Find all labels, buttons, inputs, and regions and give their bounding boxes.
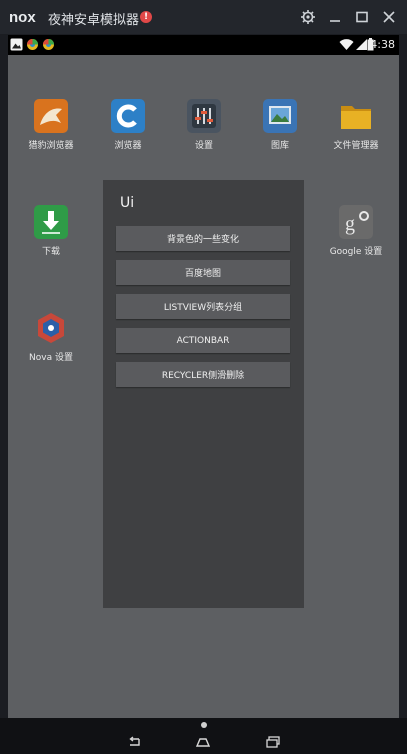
app-download[interactable]: 下载 bbox=[11, 205, 91, 257]
page-indicator-dot bbox=[201, 722, 207, 728]
svg-text:g: g bbox=[345, 213, 355, 235]
home-screen: 猎豹浏览器 浏览器 设置 图库 文件管理器 下载 g Google 设置 Nov… bbox=[8, 55, 399, 718]
cheetah-browser-icon bbox=[34, 99, 68, 133]
app-file-manager[interactable]: 文件管理器 bbox=[316, 99, 396, 151]
back-icon[interactable] bbox=[127, 736, 141, 748]
nox-logo-text: nox bbox=[9, 9, 36, 26]
wifi-icon bbox=[339, 39, 354, 50]
background-color-button[interactable]: 背景色的一些变化 bbox=[116, 226, 290, 251]
minimize-icon[interactable] bbox=[327, 9, 343, 25]
gear-icon[interactable] bbox=[300, 9, 316, 25]
actionbar-button[interactable]: ACTIONBAR bbox=[116, 328, 290, 353]
app-notification-icon bbox=[43, 39, 54, 50]
nova-settings-icon bbox=[34, 311, 68, 345]
app-label: 猎豹浏览器 bbox=[28, 141, 74, 151]
download-icon bbox=[34, 205, 68, 239]
app-nova-settings[interactable]: Nova 设置 bbox=[11, 311, 91, 363]
gallery-notification-icon bbox=[10, 38, 23, 51]
google-settings-icon: g bbox=[339, 205, 373, 239]
app-notification-icon bbox=[27, 39, 38, 50]
clock: 4:38 bbox=[370, 38, 395, 51]
maximize-icon[interactable] bbox=[354, 9, 370, 25]
baidu-map-button[interactable]: 百度地图 bbox=[116, 260, 290, 285]
app-cheetah-browser[interactable]: 猎豹浏览器 bbox=[11, 99, 91, 151]
ui-dialog: Ui 背景色的一些变化 百度地图 LISTVIEW列表分组 ACTIONBAR … bbox=[103, 180, 304, 608]
browser-icon bbox=[111, 99, 145, 133]
recent-apps-icon[interactable] bbox=[266, 736, 280, 748]
app-label: 下载 bbox=[41, 247, 60, 257]
emulator-title-bar: nox 夜神安卓模拟器 ! bbox=[0, 0, 407, 34]
status-bar: 4:38 bbox=[8, 35, 399, 55]
app-google-settings[interactable]: g Google 设置 bbox=[316, 205, 396, 257]
gallery-icon bbox=[263, 99, 297, 133]
app-settings[interactable]: 设置 bbox=[164, 99, 244, 151]
app-browser[interactable]: 浏览器 bbox=[88, 99, 168, 151]
app-label: Google 设置 bbox=[329, 247, 383, 257]
android-screen: 4:38 猎豹浏览器 浏览器 设置 图库 文件管理器 下载 g Google 设… bbox=[8, 35, 399, 718]
home-icon[interactable] bbox=[196, 736, 210, 748]
app-label: 设置 bbox=[194, 141, 213, 151]
app-gallery[interactable]: 图库 bbox=[240, 99, 320, 151]
settings-sliders-icon bbox=[187, 99, 221, 133]
dialog-title: Ui bbox=[120, 195, 135, 211]
close-icon[interactable] bbox=[381, 9, 397, 25]
app-label: 图库 bbox=[270, 141, 289, 151]
listview-group-button[interactable]: LISTVIEW列表分组 bbox=[116, 294, 290, 319]
window-title: 夜神安卓模拟器 bbox=[48, 13, 140, 28]
alert-badge[interactable]: ! bbox=[140, 11, 152, 23]
folder-icon bbox=[339, 99, 373, 133]
app-label: 浏览器 bbox=[114, 141, 142, 151]
app-label: 文件管理器 bbox=[333, 141, 379, 151]
nox-logo-icon: nox bbox=[9, 9, 36, 26]
app-label: Nova 设置 bbox=[29, 353, 73, 363]
recycler-swipe-delete-button[interactable]: RECYCLER侧滑删除 bbox=[116, 362, 290, 387]
